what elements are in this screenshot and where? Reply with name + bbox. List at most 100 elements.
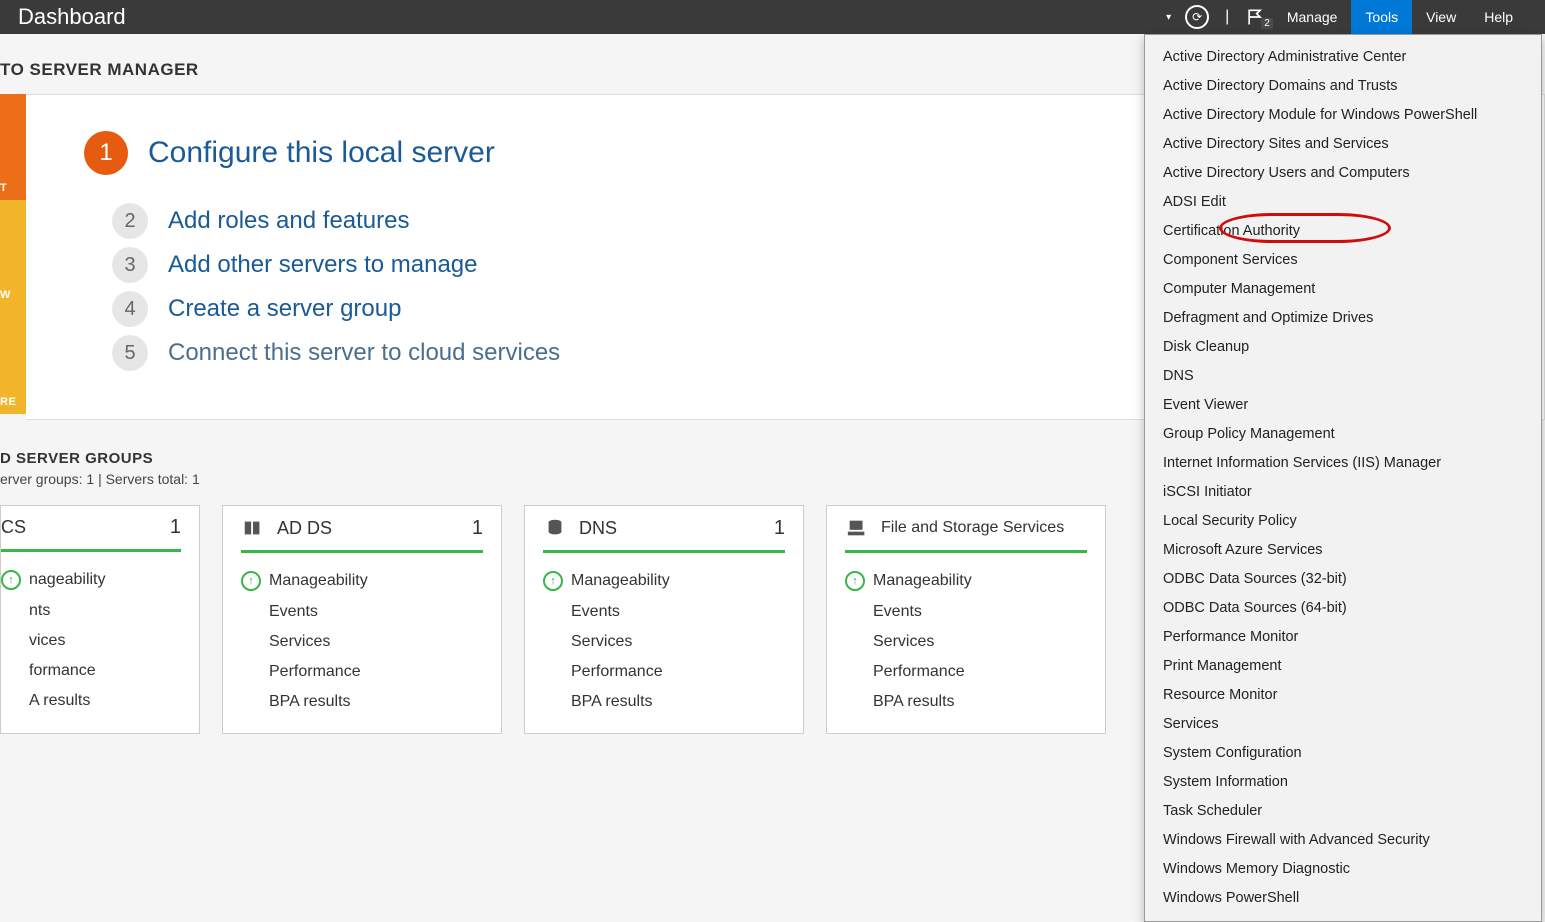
notifications-flag-icon[interactable]: 2 bbox=[1245, 6, 1273, 29]
status-up-icon: ↑ bbox=[1, 570, 29, 590]
tools-menu-item[interactable]: Windows Firewall with Advanced Security bbox=[1145, 826, 1541, 855]
tile-count: 1 bbox=[472, 517, 483, 540]
tools-menu-item[interactable]: Disk Cleanup bbox=[1145, 333, 1541, 362]
tile-metric[interactable]: Services bbox=[543, 627, 785, 657]
tile-metric[interactable]: ↑Manageability bbox=[241, 565, 483, 597]
tools-menu-item[interactable]: Microsoft Azure Services bbox=[1145, 536, 1541, 565]
tools-menu-item[interactable]: iSCSI Initiator bbox=[1145, 478, 1541, 507]
tile-metric[interactable]: formance bbox=[1, 656, 181, 686]
tile-metric-label: vices bbox=[29, 632, 65, 650]
tile-metric[interactable]: Performance bbox=[845, 657, 1087, 687]
status-up-icon: ↑ bbox=[543, 571, 571, 591]
tools-menu-item[interactable]: Task Scheduler bbox=[1145, 797, 1541, 826]
tools-menu-item[interactable]: Resource Monitor bbox=[1145, 681, 1541, 710]
step-number-badge: 4 bbox=[112, 291, 148, 327]
tools-menu-item[interactable]: Event Viewer bbox=[1145, 391, 1541, 420]
refresh-icon[interactable]: ⟳ bbox=[1185, 5, 1209, 29]
sidebar-tab-1[interactable]: T bbox=[0, 94, 26, 200]
tools-menu-item[interactable]: ODBC Data Sources (64-bit) bbox=[1145, 594, 1541, 623]
menu-tools[interactable]: Tools bbox=[1351, 0, 1412, 34]
step-number-badge: 2 bbox=[112, 203, 148, 239]
tile-metric-label: Manageability bbox=[269, 572, 368, 590]
annotation-circle bbox=[1219, 213, 1391, 243]
tile-items: ↑ManageabilityEvents Services Performance B… bbox=[543, 565, 785, 717]
tools-menu-item[interactable]: Windows PowerShell bbox=[1145, 884, 1541, 913]
tile-metric[interactable]: Events bbox=[543, 597, 785, 627]
tile-metric-label: Services bbox=[269, 633, 330, 651]
topbar-icons: ▾ ⟳ | 2 bbox=[1162, 5, 1273, 29]
tools-menu-item[interactable]: ODBC Data Sources (32-bit) bbox=[1145, 565, 1541, 594]
tools-menu-item[interactable]: Windows Memory Diagnostic bbox=[1145, 855, 1541, 884]
tools-menu-item[interactable]: Active Directory Administrative Center bbox=[1145, 43, 1541, 72]
tools-menu-item[interactable]: Performance Monitor bbox=[1145, 623, 1541, 652]
notification-badge: 2 bbox=[1261, 18, 1273, 29]
step-label: Add roles and features bbox=[168, 207, 410, 235]
tile-metric[interactable]: vices bbox=[1, 626, 181, 656]
step-label: Create a server group bbox=[168, 295, 401, 323]
sidebar-tab-2[interactable]: W bbox=[0, 200, 26, 307]
tile-metric-label: nageability bbox=[29, 571, 106, 589]
separator: | bbox=[98, 471, 106, 487]
tile-metric[interactable]: Events bbox=[845, 597, 1087, 627]
tools-menu-item[interactable]: Internet Information Services (IIS) Mana… bbox=[1145, 449, 1541, 478]
role-icon bbox=[845, 516, 869, 540]
tile-metric[interactable]: Services bbox=[241, 627, 483, 657]
tile-title: File and Storage Services bbox=[881, 518, 1087, 537]
tools-menu-item[interactable]: Services bbox=[1145, 710, 1541, 739]
tools-menu-item[interactable]: Certification Authority bbox=[1145, 217, 1541, 246]
menu-help[interactable]: Help bbox=[1470, 0, 1527, 34]
role-tile[interactable]: File and Storage Services ↑ManageabilityE… bbox=[826, 505, 1106, 734]
tools-menu-item[interactable]: Computer Management bbox=[1145, 275, 1541, 304]
tools-menu-item[interactable]: Component Services bbox=[1145, 246, 1541, 275]
tile-metric-label: Services bbox=[873, 633, 934, 651]
tile-metric-label: A results bbox=[29, 692, 90, 710]
tools-menu-item[interactable]: Local Security Policy bbox=[1145, 507, 1541, 536]
tools-menu-item[interactable]: Active Directory Module for Windows Powe… bbox=[1145, 101, 1541, 130]
tile-metric[interactable]: ↑nageability bbox=[1, 564, 181, 596]
tools-menu-item[interactable]: DNS bbox=[1145, 362, 1541, 391]
tile-metric[interactable]: ↑Manageability bbox=[543, 565, 785, 597]
tools-menu-item[interactable]: Active Directory Domains and Trusts bbox=[1145, 72, 1541, 101]
tile-metric-label: formance bbox=[29, 662, 96, 680]
page-title: Dashboard bbox=[18, 4, 126, 30]
tile-title: DNS bbox=[579, 518, 774, 539]
tile-metric[interactable]: BPA results bbox=[241, 687, 483, 717]
tile-header: CS1 bbox=[1, 516, 181, 549]
tools-menu-item[interactable]: System Information bbox=[1145, 768, 1541, 797]
tools-menu-item[interactable]: Active Directory Sites and Services bbox=[1145, 130, 1541, 159]
tile-metric[interactable]: BPA results bbox=[845, 687, 1087, 717]
step-number-badge: 5 bbox=[112, 335, 148, 371]
tools-menu-item[interactable]: System Configuration bbox=[1145, 739, 1541, 768]
tile-metric-label: BPA results bbox=[873, 693, 955, 711]
role-tile[interactable]: AD DS1↑ManageabilityEventsServicesPerfor… bbox=[222, 505, 502, 734]
divider: | bbox=[1219, 8, 1235, 26]
tile-count: 1 bbox=[170, 516, 181, 539]
role-tile[interactable]: CS1 ↑nageability nts vices formance A results bbox=[0, 505, 200, 734]
tools-menu-item[interactable]: Group Policy Management bbox=[1145, 420, 1541, 449]
menu-manage[interactable]: Manage bbox=[1273, 0, 1352, 34]
tile-status-bar bbox=[543, 550, 785, 553]
tools-menu-item[interactable]: Print Management bbox=[1145, 652, 1541, 681]
tile-metric[interactable]: Performance bbox=[241, 657, 483, 687]
tile-metric[interactable]: ↑Manageability bbox=[845, 565, 1087, 597]
tools-menu-item[interactable]: ADSI Edit bbox=[1145, 188, 1541, 217]
role-tile[interactable]: DNS1↑ManageabilityEventsServicesPerforma… bbox=[524, 505, 804, 734]
tile-metric[interactable]: A results bbox=[1, 686, 181, 716]
tile-metric-label: Services bbox=[571, 633, 632, 651]
tile-status-bar bbox=[241, 550, 483, 553]
tile-metric-label: BPA results bbox=[571, 693, 653, 711]
tools-menu-item[interactable]: Active Directory Users and Computers bbox=[1145, 159, 1541, 188]
tile-metric[interactable]: Services bbox=[845, 627, 1087, 657]
tile-items: ↑ManageabilityEvents Services PerformanceB… bbox=[241, 565, 483, 717]
status-up-icon: ↑ bbox=[845, 571, 873, 591]
tile-metric-label: nts bbox=[29, 602, 50, 620]
tile-metric[interactable]: BPA results bbox=[543, 687, 785, 717]
tile-metric[interactable]: Events bbox=[241, 597, 483, 627]
tile-metric[interactable]: Performance bbox=[543, 657, 785, 687]
sidebar-tab-3[interactable]: RE bbox=[0, 307, 26, 414]
tools-menu-item[interactable]: Defragment and Optimize Drives bbox=[1145, 304, 1541, 333]
servers-total: Servers total: 1 bbox=[106, 471, 200, 487]
menu-view[interactable]: View bbox=[1412, 0, 1470, 34]
tile-metric[interactable]: nts bbox=[1, 596, 181, 626]
dropdown-chevron-icon[interactable]: ▾ bbox=[1162, 12, 1175, 23]
